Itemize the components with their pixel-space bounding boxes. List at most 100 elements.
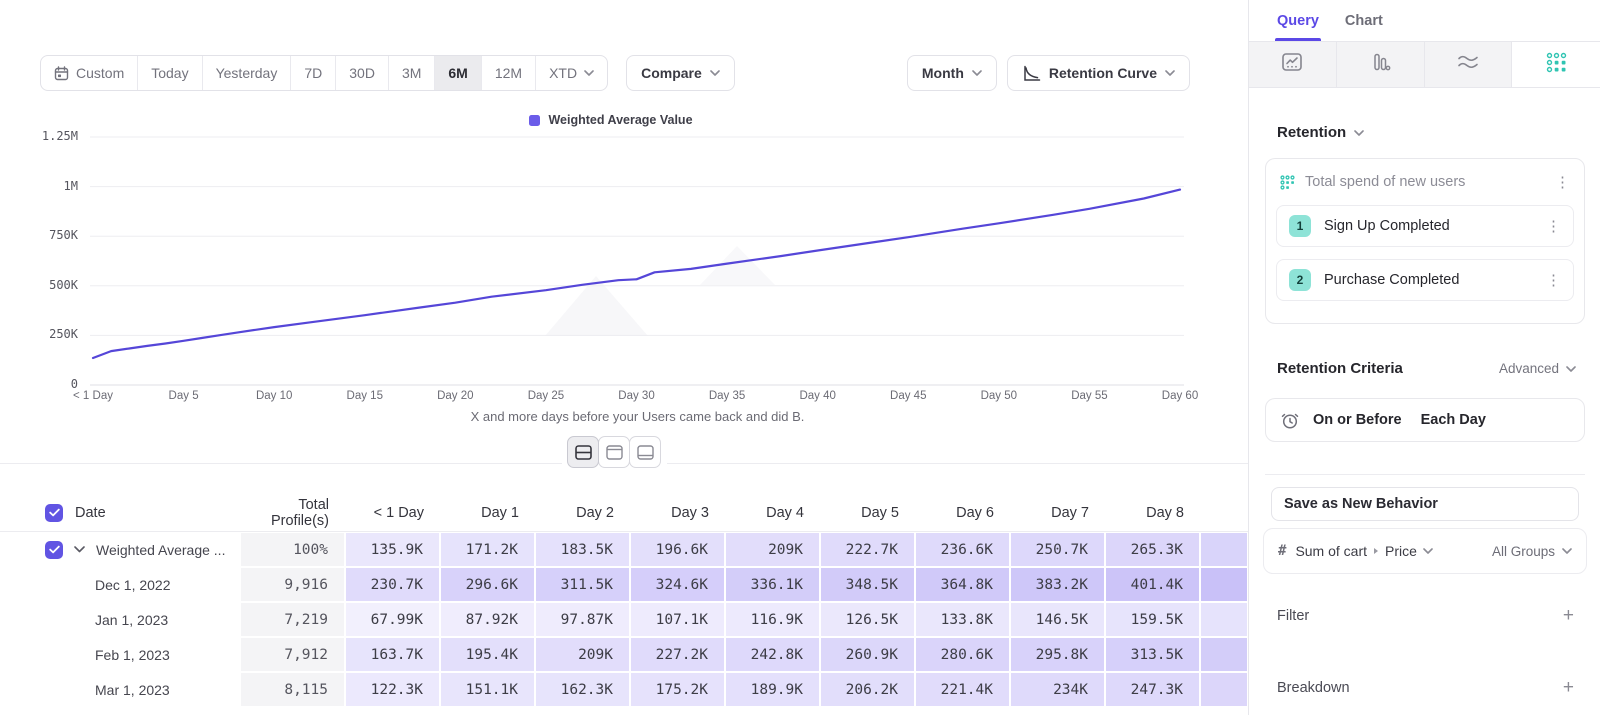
- retention-value-cell[interactable]: 116.9K: [725, 602, 820, 637]
- checkbox-checked[interactable]: [45, 541, 63, 559]
- compare-label: Compare: [641, 65, 702, 81]
- split-view-toggle[interactable]: [567, 436, 599, 468]
- range-6m[interactable]: 6M: [434, 56, 480, 90]
- x-axis-tick: Day 20: [437, 390, 473, 402]
- expand-chevron-icon[interactable]: [74, 546, 85, 553]
- retention-value-cell[interactable]: 163.7K: [345, 637, 440, 672]
- range-30d[interactable]: 30D: [335, 56, 388, 90]
- retention-value-cell[interactable]: 195.4K: [440, 637, 535, 672]
- range-today[interactable]: Today: [137, 56, 201, 90]
- retention-value-cell[interactable]: 97.87K: [535, 602, 630, 637]
- retention-value-cell[interactable]: 159.5K: [1105, 602, 1200, 637]
- event-row-purchase[interactable]: 2 Purchase Completed ⋮: [1276, 259, 1574, 301]
- range-3m[interactable]: 3M: [388, 56, 434, 90]
- chart-type-button[interactable]: Retention Curve: [1007, 55, 1190, 91]
- retention-value-cell[interactable]: 146.5K: [1010, 602, 1105, 637]
- range-xtd[interactable]: XTD: [535, 56, 607, 90]
- table-view-toggle[interactable]: [629, 436, 661, 468]
- table-row[interactable]: Mar 1, 20238,115122.3K151.1K162.3K175.2K…: [0, 672, 1248, 707]
- behavior-title-row[interactable]: Total spend of new users ⋮: [1266, 159, 1584, 205]
- retention-value-cell[interactable]: 126.5K: [820, 602, 915, 637]
- retention-value-cell[interactable]: 87.92K: [440, 602, 535, 637]
- funnels-tab[interactable]: [1337, 42, 1425, 87]
- range-custom[interactable]: Custom: [41, 56, 137, 90]
- retention-value-cell[interactable]: 67.99K: [345, 602, 440, 637]
- retention-value-cell[interactable]: 222.7K: [820, 532, 915, 567]
- retention-tab[interactable]: [1512, 42, 1600, 87]
- kebab-menu-icon[interactable]: ⋮: [1555, 175, 1570, 190]
- retention-value-cell[interactable]: 206.2K: [820, 672, 915, 707]
- retention-value-cell[interactable]: 183.5K: [535, 532, 630, 567]
- behavior-icon: [1280, 175, 1295, 190]
- compare-button[interactable]: Compare: [626, 55, 735, 91]
- retention-value-cell[interactable]: 311.5K: [535, 567, 630, 602]
- retention-value-cell[interactable]: 209K: [725, 532, 820, 567]
- retention-value-cell[interactable]: 151.1K: [440, 672, 535, 707]
- advanced-dropdown[interactable]: Advanced: [1499, 361, 1576, 376]
- retention-value-cell[interactable]: 171.2K: [440, 532, 535, 567]
- table-row[interactable]: Jan 1, 20237,21967.99K87.92K97.87K107.1K…: [0, 602, 1248, 637]
- funnels-icon: [1369, 52, 1391, 77]
- retention-value-cell[interactable]: 250.7K: [1010, 532, 1105, 567]
- retention-value-cell[interactable]: 265.3K: [1105, 532, 1200, 567]
- add-breakdown-button[interactable]: +: [1563, 678, 1574, 697]
- table-row[interactable]: Feb 1, 20237,912163.7K195.4K209K227.2K24…: [0, 637, 1248, 672]
- event-row-sign-up[interactable]: 1 Sign Up Completed ⋮: [1276, 205, 1574, 247]
- retention-value-cell[interactable]: 209K: [535, 637, 630, 672]
- checkbox-checked[interactable]: [45, 504, 63, 522]
- retention-value-cell[interactable]: 175.2K: [630, 672, 725, 707]
- retention-value-cell[interactable]: 401.4K: [1105, 567, 1200, 602]
- retention-value-cell[interactable]: 296.6K: [440, 567, 535, 602]
- retention-value-cell[interactable]: 189.9K: [725, 672, 820, 707]
- retention-value-cell[interactable]: 348.5K: [820, 567, 915, 602]
- table-row[interactable]: Dec 1, 20229,916230.7K296.6K311.5K324.6K…: [0, 567, 1248, 602]
- retention-line-chart[interactable]: [0, 130, 1248, 392]
- retention-value-cell[interactable]: 221.4K: [915, 672, 1010, 707]
- retention-value-cell[interactable]: 295.8K: [1010, 637, 1105, 672]
- range-yesterday[interactable]: Yesterday: [202, 56, 291, 90]
- groups-dropdown[interactable]: All Groups: [1492, 544, 1572, 559]
- retention-value-cell[interactable]: 364.8K: [915, 567, 1010, 602]
- save-as-new-behavior-button[interactable]: Save as New Behavior: [1271, 487, 1579, 521]
- chart-legend[interactable]: Weighted Average Value: [0, 113, 1222, 127]
- row-label: Mar 1, 2023: [95, 682, 170, 698]
- insights-tab[interactable]: [1249, 42, 1337, 87]
- flows-tab[interactable]: [1425, 42, 1513, 87]
- granularity-button[interactable]: Month: [907, 55, 997, 91]
- chart-view-toggle[interactable]: [598, 436, 630, 468]
- retention-value-cell[interactable]: 242.8K: [725, 637, 820, 672]
- retention-value-cell[interactable]: 324.6K: [630, 567, 725, 602]
- retention-value-cell[interactable]: 196.6K: [630, 532, 725, 567]
- flows-icon: [1456, 53, 1480, 76]
- retention-value-cell[interactable]: 234K: [1010, 672, 1105, 707]
- range-7d[interactable]: 7D: [290, 56, 335, 90]
- property-dropdown[interactable]: Sum of cart Price: [1295, 543, 1433, 559]
- retention-value-cell[interactable]: 122.3K: [345, 672, 440, 707]
- retention-value-cell[interactable]: 133.8K: [915, 602, 1010, 637]
- retention-value-cell[interactable]: 236.6K: [915, 532, 1010, 567]
- range-12m[interactable]: 12M: [481, 56, 535, 90]
- retention-value-cell[interactable]: 162.3K: [535, 672, 630, 707]
- range-label: 6M: [448, 65, 467, 81]
- retention-value-cell[interactable]: 260.9K: [820, 637, 915, 672]
- retention-section-dropdown[interactable]: Retention: [1277, 124, 1364, 141]
- retention-value-cell[interactable]: 230.7K: [345, 567, 440, 602]
- kebab-menu-icon[interactable]: ⋮: [1546, 219, 1561, 234]
- tab-query[interactable]: Query: [1277, 0, 1319, 41]
- retention-value-cell[interactable]: 135.9K: [345, 532, 440, 567]
- x-axis-tick: Day 15: [347, 390, 383, 402]
- kebab-menu-icon[interactable]: ⋮: [1546, 273, 1561, 288]
- retention-value-cell[interactable]: 247.3K: [1105, 672, 1200, 707]
- chart-type-label: Retention Curve: [1049, 65, 1157, 81]
- retention-value-cell[interactable]: 280.6K: [915, 637, 1010, 672]
- retention-value-cell[interactable]: 313.5K: [1105, 637, 1200, 672]
- retention-condition-card[interactable]: On or Before Each Day: [1265, 398, 1585, 442]
- retention-value-cell[interactable]: 336.1K: [725, 567, 820, 602]
- retention-value-cell-cut: [1200, 672, 1248, 707]
- tab-chart[interactable]: Chart: [1345, 0, 1383, 41]
- retention-value-cell[interactable]: 383.2K: [1010, 567, 1105, 602]
- retention-value-cell[interactable]: 107.1K: [630, 602, 725, 637]
- table-row[interactable]: Weighted Average ...100%135.9K171.2K183.…: [0, 532, 1248, 567]
- retention-value-cell[interactable]: 227.2K: [630, 637, 725, 672]
- add-filter-button[interactable]: +: [1563, 606, 1574, 625]
